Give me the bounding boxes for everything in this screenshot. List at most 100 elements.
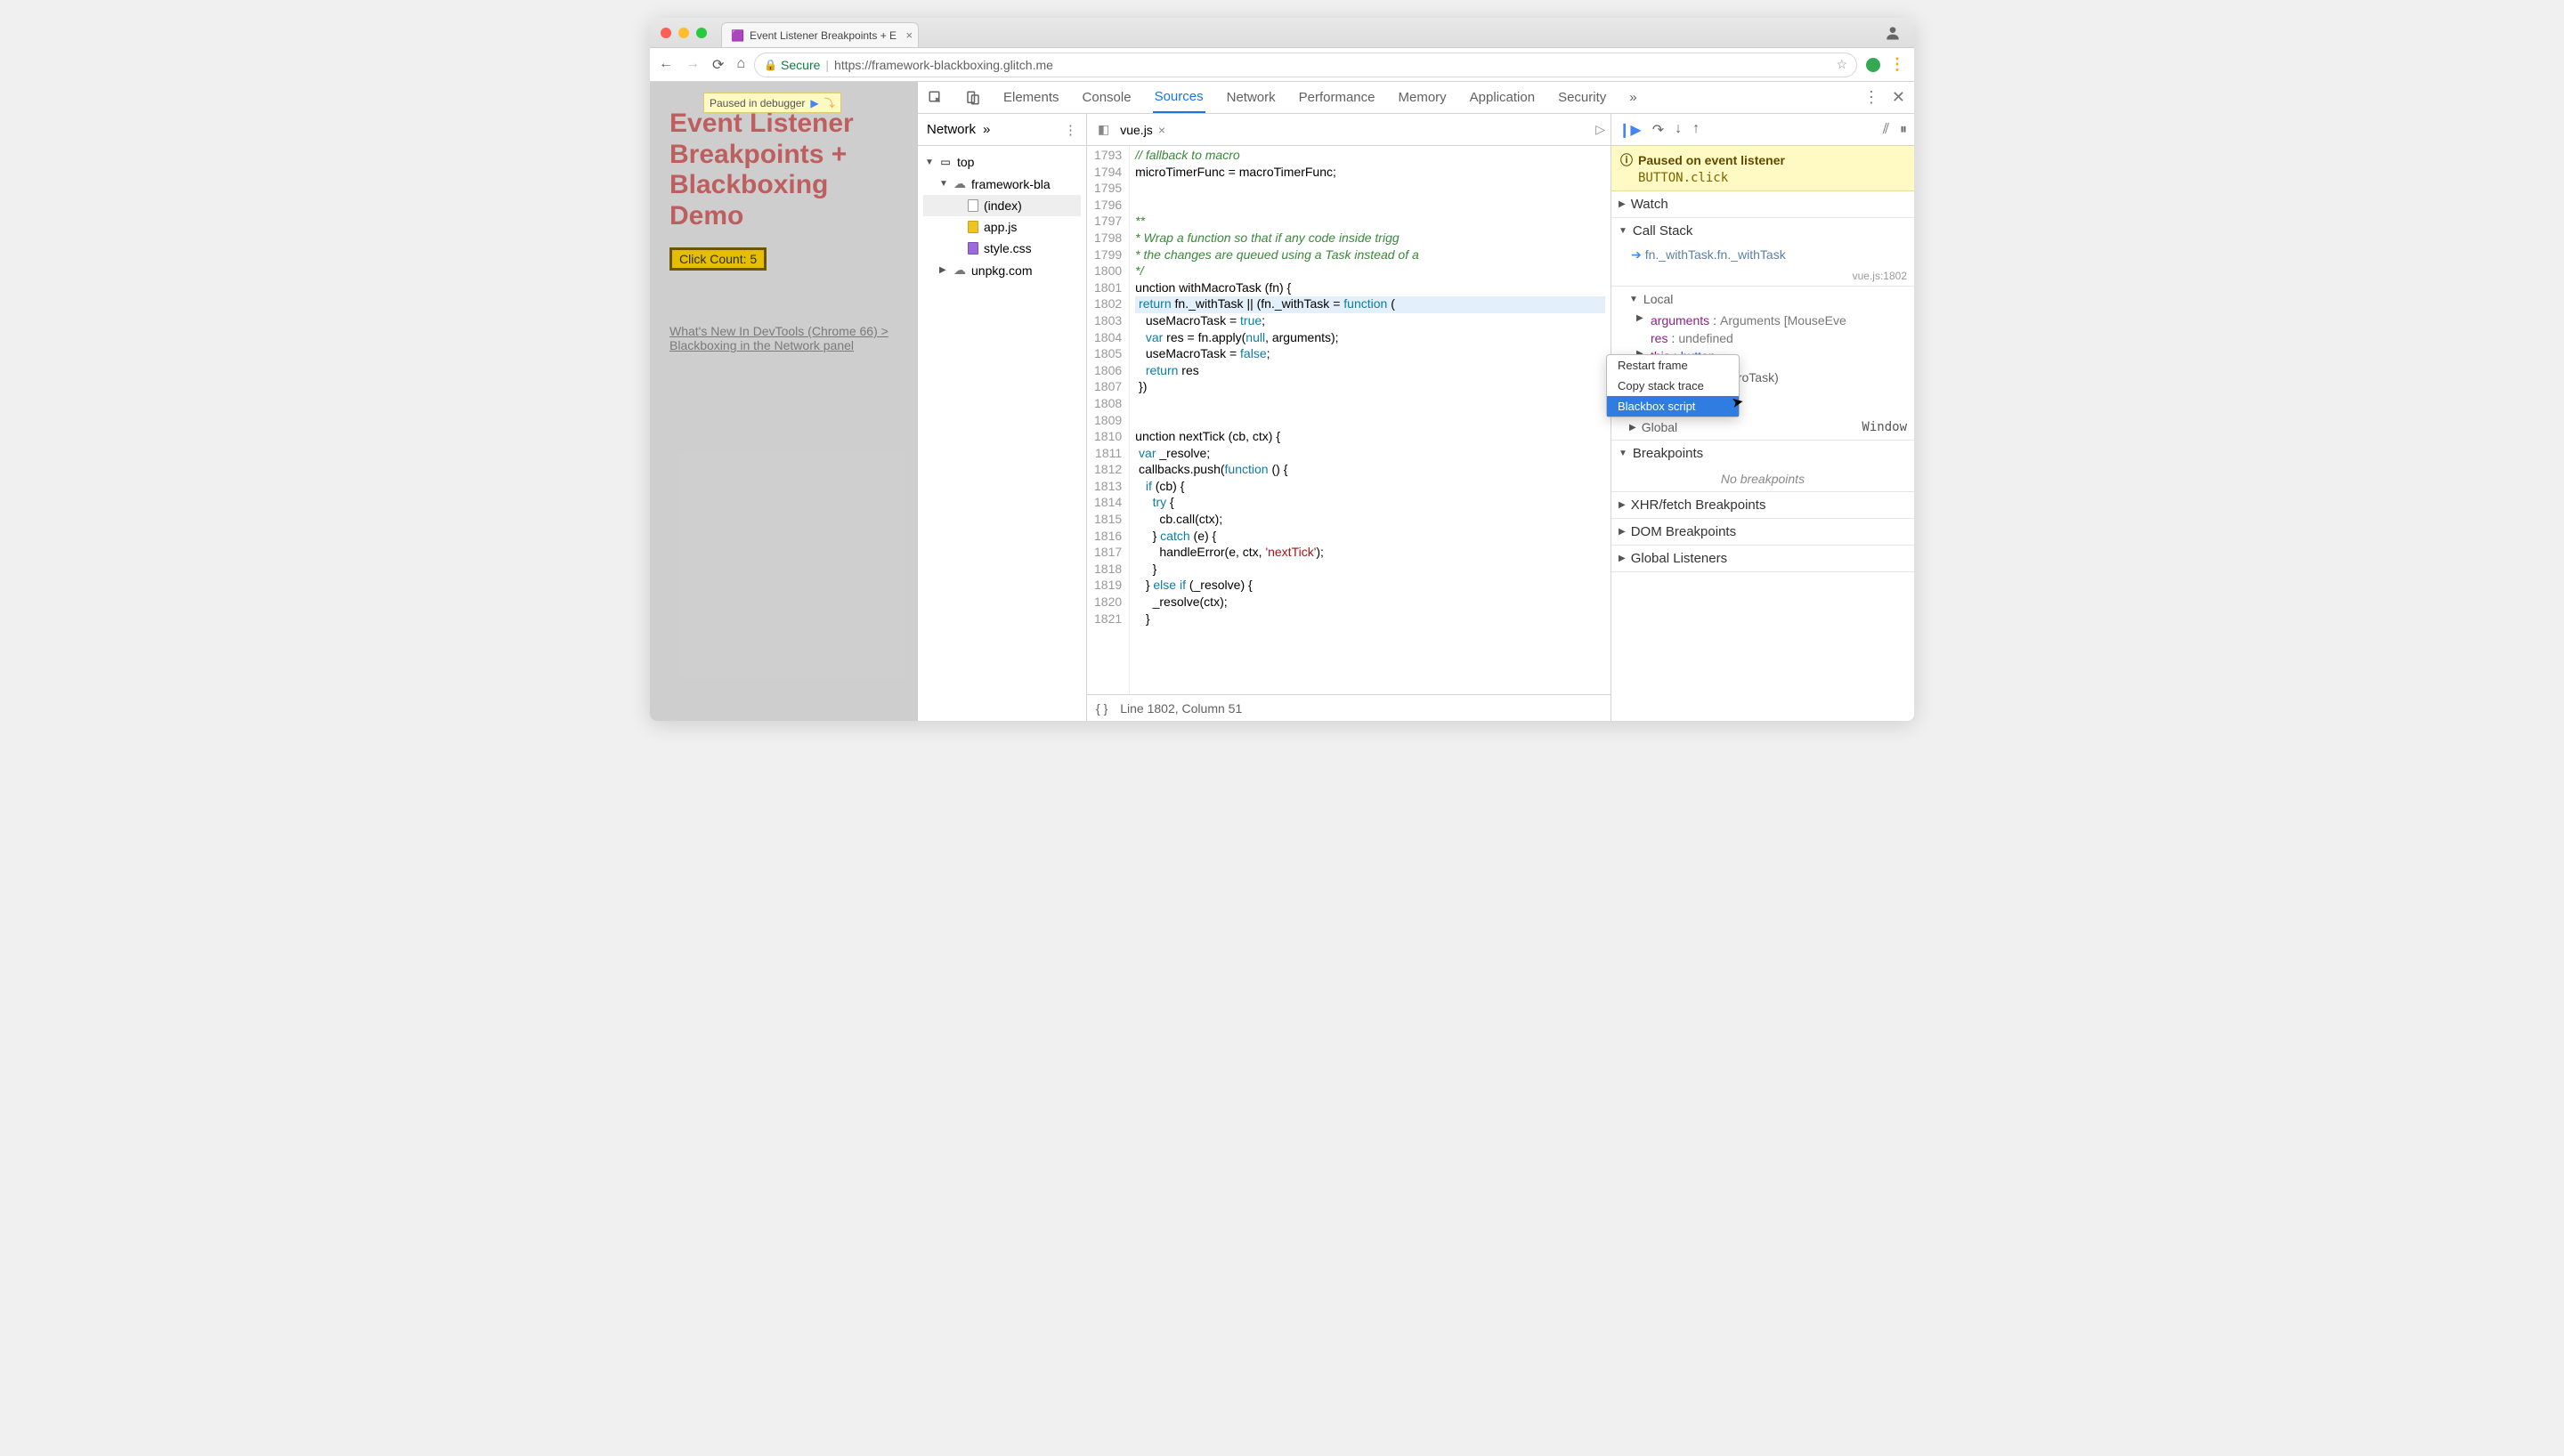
pause-detail: BUTTON.click xyxy=(1620,171,1905,185)
callstack-section[interactable]: ▼Call Stack xyxy=(1611,218,1914,244)
scope-local[interactable]: ▼Local xyxy=(1611,287,1914,311)
dom-breakpoints-section[interactable]: ▶DOM Breakpoints xyxy=(1611,519,1914,545)
step-icon[interactable]: ⤵ xyxy=(824,95,835,110)
navigator-head: Network » ⋮ xyxy=(918,114,1086,146)
step-over-icon[interactable]: ↷ xyxy=(1652,121,1664,139)
tab-title: Event Listener Breakpoints + E xyxy=(750,29,897,42)
navigator-tab[interactable]: Network xyxy=(927,122,976,137)
devtools-tab-elements[interactable]: Elements xyxy=(1002,82,1061,113)
no-breakpoints: No breakpoints xyxy=(1611,466,1914,491)
tree-file-appjs[interactable]: app.js xyxy=(923,216,1081,238)
nav-buttons: ← → ⟳ ⌂ xyxy=(659,56,745,74)
toggle-nav-icon[interactable]: ◧ xyxy=(1092,122,1115,137)
close-window-icon[interactable] xyxy=(661,28,671,38)
address-bar: ← → ⟳ ⌂ 🔒 Secure | https://framework-bla… xyxy=(650,48,1914,82)
debugger-panel: ❙▶ ↷ ↓ ↑ ⫽ ⏸ ⓘ Paused on event listener B… xyxy=(1611,114,1914,721)
bookmark-icon[interactable]: ☆ xyxy=(1836,57,1847,72)
devtools-tab-console[interactable]: Console xyxy=(1081,82,1133,113)
pause-title: Paused on event listener xyxy=(1638,153,1785,167)
tree-domain[interactable]: ▼☁framework-bla xyxy=(923,173,1081,195)
title-bar: 🟪 Event Listener Breakpoints + E × xyxy=(650,18,1914,48)
reload-icon[interactable]: ⟳ xyxy=(712,56,724,74)
browser-tab[interactable]: 🟪 Event Listener Breakpoints + E × xyxy=(721,22,919,47)
pretty-print-icon[interactable]: { } xyxy=(1096,701,1108,716)
devtools-tab-application[interactable]: Application xyxy=(1468,82,1537,113)
context-menu-item[interactable]: Restart frame xyxy=(1607,355,1739,376)
step-into-icon[interactable]: ↓ xyxy=(1675,121,1682,139)
minimize-window-icon[interactable] xyxy=(678,28,689,38)
cursor-position: Line 1802, Column 51 xyxy=(1120,701,1242,716)
watch-section[interactable]: ▶Watch xyxy=(1611,191,1914,217)
devtools-body: Network » ⋮ ▼▭top ▼☁framework-bla (index… xyxy=(918,114,1914,721)
editor-head: ◧ vue.js × ▷ xyxy=(1087,114,1611,146)
code-lines: // fallback to macromicroTimerFunc = mac… xyxy=(1130,146,1611,694)
info-icon: ⓘ xyxy=(1620,151,1633,169)
tabs-overflow-icon[interactable]: » xyxy=(1627,82,1638,113)
devtools-tab-security[interactable]: Security xyxy=(1556,82,1608,113)
tree-cdn[interactable]: ▶☁unpkg.com xyxy=(923,259,1081,281)
profile-icon[interactable] xyxy=(1882,22,1903,44)
deactivate-bp-icon[interactable]: ⫽ xyxy=(1883,122,1889,138)
devtools-tab-sources[interactable]: Sources xyxy=(1153,82,1205,113)
inspect-icon[interactable] xyxy=(927,90,945,106)
cloud-icon: ☁ xyxy=(953,263,966,278)
webpage: Paused in debugger ▶ ⤵ Event Listener Br… xyxy=(650,82,917,721)
resume-icon[interactable]: ❙▶ xyxy=(1619,121,1642,139)
mouse-cursor-icon: ➤ xyxy=(1730,392,1745,412)
global-listeners-section[interactable]: ▶Global Listeners xyxy=(1611,546,1914,571)
secure-label: Secure xyxy=(781,58,820,72)
close-editor-tab-icon[interactable]: × xyxy=(1158,123,1165,137)
code-area[interactable]: 1793179417951796179717981799180018011802… xyxy=(1087,146,1611,694)
stack-frame[interactable]: ➔fn._withTask.fn._withTask xyxy=(1611,244,1914,266)
window-controls xyxy=(661,28,707,38)
editor-tab[interactable]: vue.js × xyxy=(1115,123,1171,137)
favicon-icon: 🟪 xyxy=(731,29,744,42)
extension-icon[interactable] xyxy=(1866,58,1880,72)
content-area: Paused in debugger ▶ ⤵ Event Listener Br… xyxy=(650,82,1914,721)
context-menu-item[interactable]: Copy stack trace xyxy=(1607,376,1739,396)
file-tree: ▼▭top ▼☁framework-bla (index) app.js sty… xyxy=(918,146,1086,287)
pause-exceptions-icon[interactable]: ⏸ xyxy=(1900,122,1907,138)
resume-icon[interactable]: ▶ xyxy=(810,97,818,109)
back-icon[interactable]: ← xyxy=(659,56,673,74)
scope-variable[interactable]: ▶arguments: Arguments [MouseEve xyxy=(1611,311,1914,329)
tree-file-index[interactable]: (index) xyxy=(923,195,1081,216)
cloud-icon: ☁ xyxy=(953,176,966,191)
step-out-icon[interactable]: ↑ xyxy=(1692,121,1700,139)
tree-file-stylecss[interactable]: style.css xyxy=(923,238,1081,259)
devtools-tab-network[interactable]: Network xyxy=(1225,82,1278,113)
stack-frame-loc: vue.js:1802 xyxy=(1611,266,1914,286)
device-toggle-icon[interactable] xyxy=(964,90,982,106)
tree-top[interactable]: ▼▭top xyxy=(923,151,1081,173)
devtools: Elements Console Sources Network Performance… xyxy=(917,82,1914,721)
pause-banner: ⓘ Paused on event listener BUTTON.click xyxy=(1611,146,1914,191)
navigator-overflow-icon[interactable]: » xyxy=(983,122,990,137)
home-icon[interactable]: ⌂ xyxy=(736,56,745,74)
context-menu-item[interactable]: Blackbox script xyxy=(1607,396,1739,417)
scope-variable[interactable]: res: undefined xyxy=(1611,329,1914,347)
xhr-breakpoints-section[interactable]: ▶XHR/fetch Breakpoints xyxy=(1611,492,1914,518)
maximize-window-icon[interactable] xyxy=(696,28,707,38)
devtools-menu-icon[interactable]: ⋮ xyxy=(1863,88,1879,107)
scope-global[interactable]: ▶GlobalWindow xyxy=(1611,415,1914,440)
url-text: https://framework-blackboxing.glitch.me xyxy=(834,58,1053,72)
debugger-toolbar: ❙▶ ↷ ↓ ↑ ⫽ ⏸ xyxy=(1611,114,1914,146)
close-tab-icon[interactable]: × xyxy=(905,28,913,42)
navigator-panel: Network » ⋮ ▼▭top ▼☁framework-bla (index… xyxy=(918,114,1087,721)
devtools-tabs: Elements Console Sources Network Performance… xyxy=(918,82,1914,114)
breakpoints-section[interactable]: ▼Breakpoints xyxy=(1611,441,1914,466)
context-menu: Restart frameCopy stack traceBlackbox sc… xyxy=(1606,354,1740,417)
paused-badge: Paused in debugger ▶ ⤵ xyxy=(703,93,841,113)
devtools-close-icon[interactable]: ✕ xyxy=(1892,88,1905,107)
lock-icon: 🔒 xyxy=(764,59,777,71)
devtools-tab-performance[interactable]: Performance xyxy=(1297,82,1377,113)
menu-icon[interactable]: ⋮ xyxy=(1889,55,1905,74)
editor-status: { } Line 1802, Column 51 xyxy=(1087,694,1611,721)
forward-icon[interactable]: → xyxy=(686,56,700,74)
url-input[interactable]: 🔒 Secure | https://framework-blackboxing… xyxy=(754,53,1857,77)
browser-window: 🟪 Event Listener Breakpoints + E × ← → ⟳… xyxy=(650,18,1914,721)
toggle-debugger-icon[interactable]: ▷ xyxy=(1595,122,1605,137)
line-gutter: 1793179417951796179717981799180018011802… xyxy=(1087,146,1130,694)
navigator-menu-icon[interactable]: ⋮ xyxy=(1064,122,1077,138)
devtools-tab-memory[interactable]: Memory xyxy=(1397,82,1448,113)
